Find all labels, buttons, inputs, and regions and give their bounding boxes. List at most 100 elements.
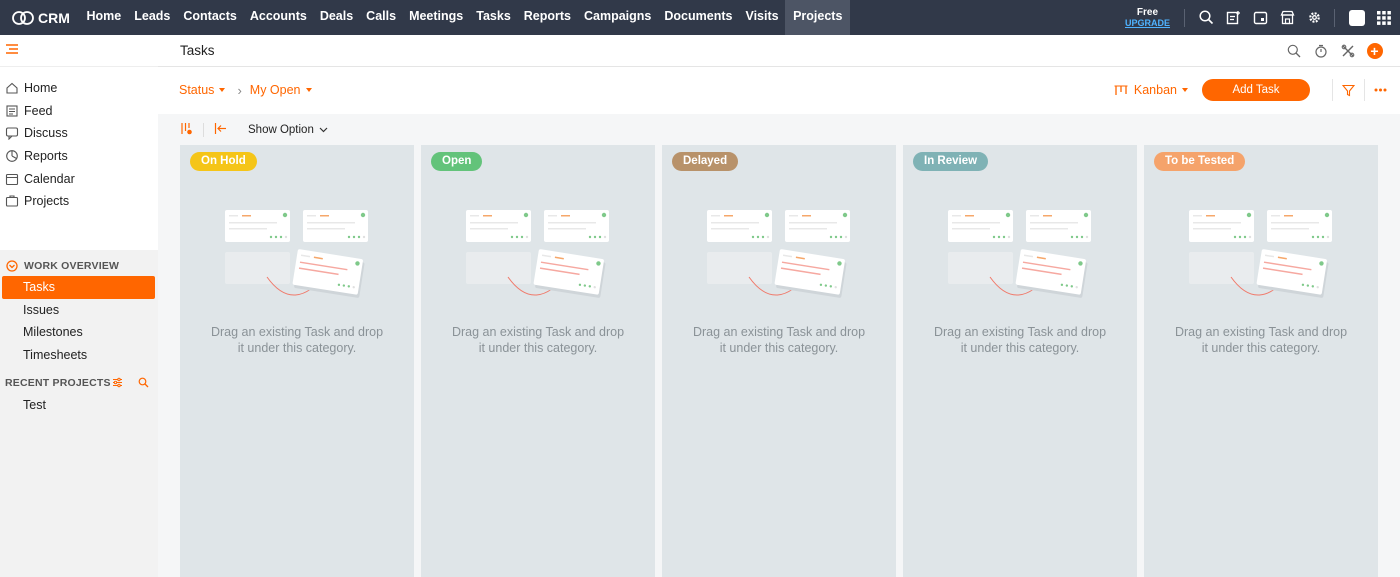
nav-tab-accounts[interactable]: Accounts — [243, 0, 313, 35]
nav-tab-reports[interactable]: Reports — [517, 0, 577, 35]
crm-logo[interactable]: CRM — [0, 0, 80, 35]
nav-tab-calls[interactable]: Calls — [360, 0, 403, 35]
column-status-badge: Open — [431, 152, 483, 171]
work-overview-header[interactable]: WORK OVERVIEW — [0, 256, 158, 276]
kanban-column-on-hold[interactable]: On Hold Drag an existing Task and drop i… — [180, 145, 414, 577]
nav-tab-campaigns[interactable]: Campaigns — [578, 0, 658, 35]
filter-bar: Status › My Open Kanban Add Task — [158, 67, 1400, 113]
kanban-icon — [1114, 85, 1128, 95]
sidebar-menu: Home Feed Discuss Reports Calendar Projects — [0, 67, 158, 250]
sidebar: Home Feed Discuss Reports Calendar Projects W… — [0, 35, 158, 577]
page-header: Tasks + — [158, 35, 1400, 67]
sidebar-item-timesheets[interactable]: Timesheets — [0, 344, 158, 367]
work-overview-icon — [5, 259, 19, 273]
recent-projects-header: RECENT PROJECTS — [0, 373, 158, 393]
caret-down-icon — [1182, 88, 1188, 92]
sidebar-item-feed[interactable]: Feed — [0, 100, 158, 123]
sidebar-item-issues[interactable]: Issues — [0, 299, 158, 322]
main-content: Tasks + Status › My Open Kanban Add Task — [158, 35, 1400, 577]
calendar-icon — [5, 172, 19, 186]
empty-state-illustration — [706, 207, 852, 306]
projects-icon — [5, 194, 19, 208]
empty-state-illustration — [465, 207, 611, 306]
upgrade-block[interactable]: Free UPGRADE — [1125, 7, 1170, 29]
collapse-columns-icon[interactable] — [214, 122, 227, 138]
nav-tab-meetings[interactable]: Meetings — [403, 0, 470, 35]
search-icon[interactable] — [1280, 44, 1307, 58]
more-options-icon[interactable] — [1364, 79, 1396, 101]
sidebar-item-tasks[interactable]: Tasks — [2, 276, 155, 299]
marketplace-icon[interactable] — [1274, 0, 1301, 35]
sidebar-item-label: Reports — [24, 149, 68, 164]
add-task-button[interactable]: Add Task — [1202, 79, 1310, 101]
status-filter[interactable]: Status — [179, 83, 226, 97]
feed-icon — [5, 104, 19, 118]
view-mode-selector[interactable]: Kanban — [1114, 83, 1188, 97]
sidebar-item-label: Feed — [24, 103, 53, 118]
zoho-logo-icon — [12, 10, 34, 25]
nav-tab-leads[interactable]: Leads — [128, 0, 177, 35]
view-mode-label: Kanban — [1133, 83, 1177, 97]
sidebar-item-label: Projects — [24, 194, 70, 209]
plan-label: Free — [1136, 6, 1159, 18]
empty-state-illustration — [224, 207, 370, 306]
avatar — [1348, 9, 1365, 26]
main-nav: Home Leads Contacts Accounts Deals Calls Meeti… — [80, 0, 851, 35]
empty-state-text: Drag an existing Task and drop it under … — [451, 325, 625, 355]
chevron-down-icon — [319, 127, 328, 132]
nav-tab-projects[interactable]: Projects — [785, 0, 851, 35]
sidebar-item-discuss[interactable]: Discuss — [0, 122, 158, 145]
settings-gear-icon[interactable] — [1301, 0, 1328, 35]
create-record-icon[interactable] — [1220, 0, 1247, 35]
column-status-badge: In Review — [913, 152, 989, 171]
recent-project-item[interactable]: Test — [0, 394, 158, 417]
divider — [1184, 8, 1185, 27]
empty-state-illustration — [947, 207, 1093, 306]
caret-down-icon — [219, 88, 226, 92]
show-option-label: Show Option — [248, 123, 314, 136]
sidebar-item-projects[interactable]: Projects — [0, 190, 158, 213]
nav-tab-contacts[interactable]: Contacts — [177, 0, 243, 35]
sidebar-item-label: Home — [24, 81, 58, 96]
add-new-icon[interactable]: + — [1361, 43, 1388, 59]
filter-sliders-icon[interactable] — [112, 377, 123, 391]
kanban-column-delayed[interactable]: Delayed Drag an existing Task and drop i… — [662, 145, 896, 577]
kanban-column-to-be-tested[interactable]: To be Tested Drag an existing Task and d… — [1144, 145, 1378, 577]
nav-tab-tasks[interactable]: Tasks — [470, 0, 518, 35]
reports-icon — [5, 149, 19, 163]
calendar-icon[interactable] — [1247, 0, 1274, 35]
page-title: Tasks — [180, 43, 215, 58]
kanban-columns: On Hold Drag an existing Task and drop i… — [180, 145, 1378, 577]
nav-tab-home[interactable]: Home — [80, 0, 128, 35]
view-filter[interactable]: My Open — [250, 83, 312, 97]
column-status-badge: On Hold — [190, 152, 257, 171]
nav-tab-documents[interactable]: Documents — [658, 0, 739, 35]
sidebar-item-reports[interactable]: Reports — [0, 145, 158, 168]
timer-icon[interactable] — [1307, 44, 1334, 58]
plus-icon: + — [1366, 43, 1383, 59]
upgrade-link[interactable]: UPGRADE — [1125, 18, 1170, 29]
sidebar-item-home[interactable]: Home — [0, 77, 158, 100]
empty-state-text: Drag an existing Task and drop it under … — [933, 325, 1107, 355]
search-icon[interactable] — [1193, 0, 1220, 35]
menu-toggle-icon[interactable] — [5, 43, 19, 58]
nav-tab-deals[interactable]: Deals — [313, 0, 359, 35]
kanban-column-in-review[interactable]: In Review Drag an existing Task and drop… — [903, 145, 1137, 577]
sidebar-item-milestones[interactable]: Milestones — [0, 321, 158, 344]
column-status-badge: To be Tested — [1154, 152, 1246, 171]
user-avatar[interactable] — [1343, 0, 1370, 35]
column-settings-icon[interactable] — [180, 122, 193, 138]
tools-icon[interactable] — [1334, 44, 1361, 58]
filter-funnel-icon[interactable] — [1332, 79, 1364, 101]
app-name: CRM — [38, 9, 70, 26]
sidebar-item-calendar[interactable]: Calendar — [0, 167, 158, 190]
show-option-dropdown[interactable]: Show Option — [248, 124, 328, 136]
sidebar-item-label: Discuss — [24, 126, 68, 141]
project-search-icon[interactable] — [138, 377, 149, 391]
view-filter-label: My Open — [249, 83, 301, 97]
apps-grid-icon[interactable] — [1370, 0, 1397, 35]
kanban-column-open[interactable]: Open Drag an existing Task and drop it u… — [421, 145, 655, 577]
caret-down-icon — [305, 88, 312, 92]
nav-tab-visits[interactable]: Visits — [739, 0, 785, 35]
work-overview-title: WORK OVERVIEW — [24, 260, 120, 272]
